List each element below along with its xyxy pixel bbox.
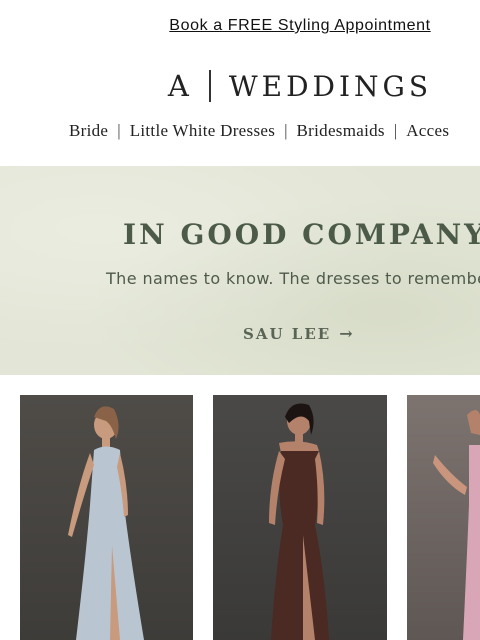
brand-logo[interactable]: A WEDDINGS — [60, 66, 480, 106]
hero-cta-link[interactable]: SAU LEE → — [243, 324, 355, 343]
nav-item-little-white-dresses[interactable]: Little White Dresses — [121, 121, 284, 141]
main-nav: Bride | Little White Dresses | Bridesmai… — [60, 119, 458, 143]
arrow-right-icon: → — [339, 324, 355, 343]
nav-item-bridesmaids[interactable]: Bridesmaids — [288, 121, 394, 141]
logo-divider — [208, 70, 211, 102]
promo-banner: Book a FREE Styling Appointment — [0, 0, 480, 52]
nav-item-bride[interactable]: Bride — [60, 121, 117, 141]
logo-mark: A — [167, 69, 191, 103]
hero-subtitle: The names to know. The dresses to rememb… — [106, 269, 480, 288]
product-image-model-brown-lace-gown — [269, 403, 329, 640]
product-image-model-pink-gown — [433, 410, 480, 640]
hero-title: IN GOOD COMPANY — [123, 218, 480, 251]
logo-wordmark: WEDDINGS — [228, 69, 433, 103]
product-card-light-blue-gown[interactable] — [20, 395, 193, 640]
product-image-model-light-blue-gown — [68, 406, 144, 640]
nav-item-accessories[interactable]: Acces — [397, 121, 458, 141]
hero-banner: IN GOOD COMPANY The names to know. The d… — [0, 166, 480, 375]
book-styling-appointment-link[interactable]: Book a FREE Styling Appointment — [169, 17, 430, 35]
hero-cta-label: SAU LEE — [243, 324, 332, 343]
product-card-pink-gown[interactable] — [407, 395, 480, 640]
product-card-brown-lace-gown[interactable] — [213, 395, 387, 640]
